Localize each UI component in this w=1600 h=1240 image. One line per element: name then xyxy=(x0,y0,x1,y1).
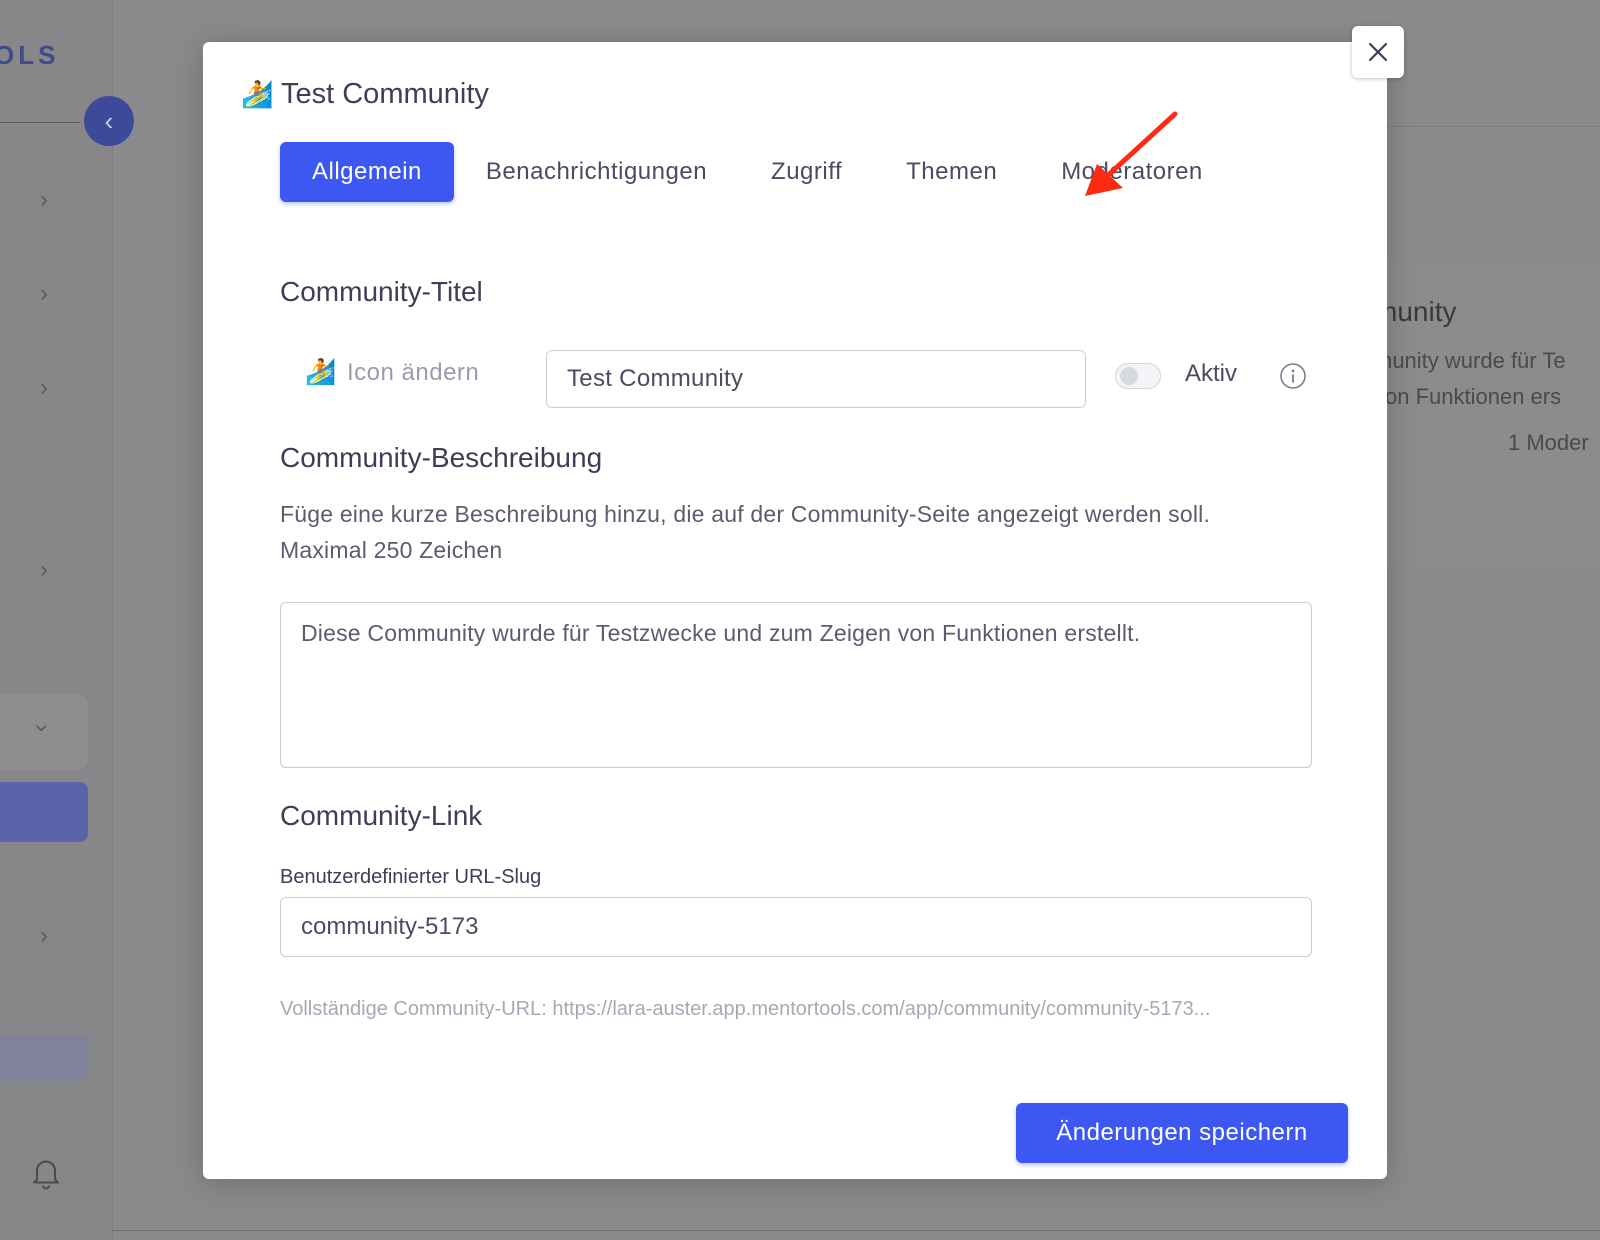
community-title-input[interactable] xyxy=(546,350,1086,408)
change-icon-label: Icon ändern xyxy=(347,358,480,386)
community-description-textarea[interactable]: Diese Community wurde für Testzwecke und… xyxy=(280,602,1312,768)
surfer-icon: 🏄 xyxy=(305,358,337,386)
background-divider xyxy=(112,1230,1600,1231)
chevron-right-icon: › xyxy=(40,186,48,213)
background-brand-text: OLS xyxy=(0,40,60,70)
tab-themen[interactable]: Themen xyxy=(906,142,997,202)
background-card-text: von Funktionen ers xyxy=(1374,384,1562,409)
chevron-right-icon: › xyxy=(40,374,48,401)
tab-allgemein[interactable]: Allgemein xyxy=(280,142,454,202)
community-title-heading: Community-Titel xyxy=(280,276,483,307)
change-icon-button[interactable]: 🏄 Icon ändern xyxy=(305,358,479,387)
background-sidebar-group: › xyxy=(0,694,88,770)
modal-header: 🏄 Test Community xyxy=(241,78,489,111)
toggle-knob xyxy=(1120,367,1138,385)
background-sidebar: OLS › › › › › › xyxy=(0,0,113,1240)
full-community-url: Vollständige Community-URL: https://lara… xyxy=(280,998,1211,1020)
modal-title: Test Community xyxy=(281,78,489,110)
url-slug-label: Benutzerdefinierter URL-Slug xyxy=(280,866,542,888)
community-link-heading: Community-Link xyxy=(280,800,483,831)
tab-zugriff[interactable]: Zugriff xyxy=(771,142,842,202)
background-divider xyxy=(0,122,80,123)
chevron-down-icon: › xyxy=(29,724,56,732)
background-sidebar-item xyxy=(0,1036,88,1080)
surfer-icon: 🏄 xyxy=(241,79,274,109)
close-icon xyxy=(1368,42,1388,62)
community-settings-modal: 🏄 Test Community Allgemein Benachrichtig… xyxy=(203,42,1387,1179)
sidebar-collapse-button: ‹ xyxy=(84,96,134,146)
save-changes-button[interactable]: Änderungen speichern xyxy=(1016,1103,1348,1163)
settings-tabs: Allgemein Benachrichtigungen Zugriff The… xyxy=(280,142,1203,202)
community-description-heading: Community-Beschreibung xyxy=(280,442,603,473)
tab-moderatoren[interactable]: Moderatoren xyxy=(1061,142,1203,202)
chevron-right-icon: › xyxy=(40,280,48,307)
chevron-right-icon: › xyxy=(40,556,48,583)
active-toggle[interactable] xyxy=(1115,363,1161,389)
background-divider xyxy=(1380,126,1600,127)
background-card-moderators: 1 Moder xyxy=(1508,430,1589,455)
close-modal-button[interactable] xyxy=(1352,26,1404,78)
tab-benachrichtigungen[interactable]: Benachrichtigungen xyxy=(486,142,707,202)
url-slug-input[interactable] xyxy=(280,897,1312,957)
background-sidebar-active-item xyxy=(0,782,88,842)
bell-icon xyxy=(32,1160,60,1190)
info-icon[interactable] xyxy=(1279,362,1307,390)
active-label: Aktiv xyxy=(1185,360,1238,387)
description-help-text: Füge eine kurze Beschreibung hinzu, die … xyxy=(280,501,1211,563)
background-card-text: munity wurde für Te xyxy=(1374,348,1566,373)
chevron-right-icon: › xyxy=(40,922,48,949)
